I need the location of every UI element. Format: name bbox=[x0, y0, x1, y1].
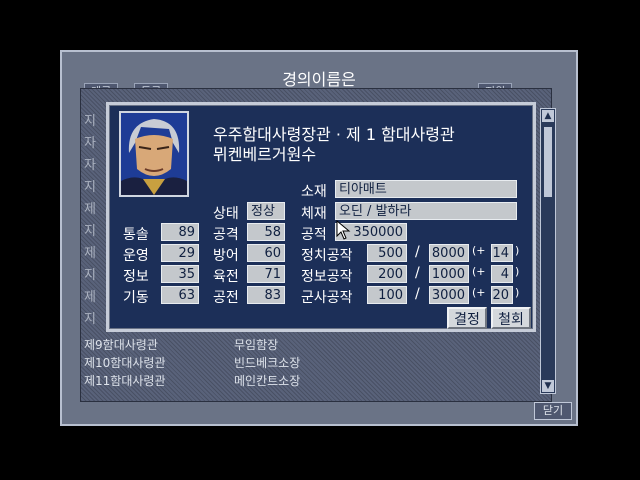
stat-value: 63 bbox=[161, 286, 199, 304]
stat-label: 운영 bbox=[123, 248, 149, 264]
list-item-char: 제 bbox=[84, 246, 96, 261]
operation-label: 정보공작 bbox=[301, 269, 353, 285]
operation-max: 3000 bbox=[429, 286, 469, 304]
stat-value: 35 bbox=[161, 265, 199, 283]
merit-label: 공적 bbox=[301, 227, 327, 243]
list-item-char: 지 bbox=[84, 224, 96, 239]
operation-value: 500 bbox=[367, 244, 407, 262]
stat-label: 정보 bbox=[123, 269, 149, 285]
system-value: 오딘 / 발하라 bbox=[335, 202, 517, 220]
character-portrait bbox=[119, 111, 189, 197]
stat-value: 29 bbox=[161, 244, 199, 262]
list-item-char: 제 bbox=[84, 202, 96, 217]
list-item[interactable]: 제11함대사령관 메인칸트소장 bbox=[84, 372, 300, 389]
affiliation-label: 소재 bbox=[301, 184, 327, 200]
operation-bonus: 4 bbox=[491, 265, 513, 283]
stat-value: 89 bbox=[161, 223, 199, 241]
stat-value: 71 bbox=[247, 265, 285, 283]
list-item-char: 자 bbox=[84, 136, 96, 151]
list-item-post: 제11함대사령관 bbox=[84, 374, 166, 388]
stat-value: 58 bbox=[247, 223, 285, 241]
bonus-open: (+ bbox=[472, 286, 486, 299]
list-item-officer: 메인칸트소장 bbox=[234, 374, 301, 388]
list-scrollbar[interactable]: ▲ ▼ bbox=[540, 108, 556, 394]
stat-label: 공전 bbox=[213, 290, 239, 306]
operation-max: 1000 bbox=[429, 265, 469, 283]
character-dialog: 우주함대사령장관 · 제 1 함대사령관 뮈켄베르거원수 소재 티아매트 상태 … bbox=[106, 102, 536, 332]
list-item-officer: 빈드베크소장 bbox=[234, 356, 301, 370]
list-item-char: 제 bbox=[84, 290, 96, 305]
stat-label: 방어 bbox=[213, 248, 239, 264]
bonus-close: ) bbox=[515, 286, 520, 299]
list-item-char: 지 bbox=[84, 268, 96, 283]
scroll-thumb[interactable] bbox=[544, 127, 552, 197]
operation-label: 군사공작 bbox=[301, 290, 353, 306]
list-item-post: 제9함대사령관 bbox=[84, 338, 158, 352]
character-name: 뮈켄베르거원수 bbox=[213, 145, 317, 164]
state-label: 상태 bbox=[213, 206, 239, 222]
state-value: 정상 bbox=[247, 202, 285, 220]
affiliation-value: 티아매트 bbox=[335, 180, 517, 198]
stat-value: 83 bbox=[247, 286, 285, 304]
list-item-post: 제10함대사령관 bbox=[84, 356, 166, 370]
stat-value: 60 bbox=[247, 244, 285, 262]
system-label: 체재 bbox=[301, 206, 327, 222]
operation-bonus: 14 bbox=[491, 244, 513, 262]
list-item-char: 지 bbox=[84, 114, 96, 129]
close-button[interactable]: 닫기 bbox=[534, 402, 572, 420]
operation-value: 200 bbox=[367, 265, 407, 283]
slash: / bbox=[415, 244, 420, 260]
portrait-icon bbox=[121, 113, 187, 195]
list-item-char: 자 bbox=[84, 158, 96, 173]
slash: / bbox=[415, 265, 420, 281]
bonus-close: ) bbox=[515, 265, 520, 278]
operation-bonus: 20 bbox=[491, 286, 513, 304]
bonus-close: ) bbox=[515, 244, 520, 257]
bonus-open: (+ bbox=[472, 265, 486, 278]
slash: / bbox=[415, 286, 420, 302]
list-item-officer: 무임함장 bbox=[234, 338, 279, 352]
bonus-open: (+ bbox=[472, 244, 486, 257]
cancel-button[interactable]: 철회 bbox=[491, 307, 531, 329]
scroll-up-icon[interactable]: ▲ bbox=[542, 110, 554, 122]
list-item[interactable]: 제10함대사령관 빈드베크소장 bbox=[84, 354, 300, 371]
list-item-char: 지 bbox=[84, 180, 96, 195]
stat-label: 육전 bbox=[213, 269, 239, 285]
scroll-down-icon[interactable]: ▼ bbox=[542, 380, 554, 392]
operation-max: 8000 bbox=[429, 244, 469, 262]
operation-value: 100 bbox=[367, 286, 407, 304]
confirm-button[interactable]: 결정 bbox=[447, 307, 487, 329]
list-item-char: 지 bbox=[84, 312, 96, 327]
stat-label: 기동 bbox=[123, 290, 149, 306]
list-item[interactable]: 제9함대사령관 무임함장 bbox=[84, 336, 278, 353]
stat-label: 공격 bbox=[213, 227, 239, 243]
stat-label: 통솔 bbox=[123, 227, 149, 243]
operation-label: 정치공작 bbox=[301, 248, 353, 264]
